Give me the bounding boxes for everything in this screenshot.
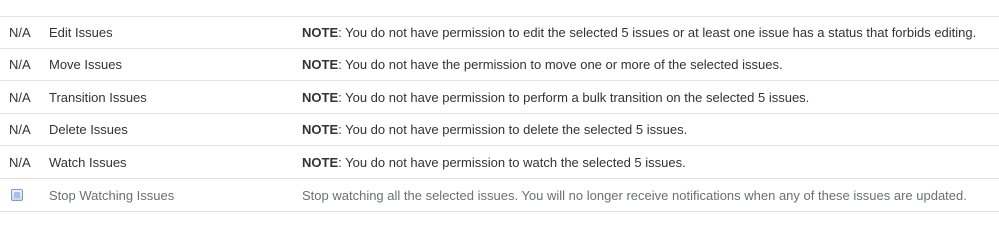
operation-note: NOTE: You do not have permission to perf…: [302, 82, 992, 114]
operation-status: N/A: [9, 122, 31, 137]
operation-name: Transition Issues: [49, 90, 147, 105]
operation-status: N/A: [9, 25, 31, 40]
note-text: : You do not have permission to delete t…: [338, 122, 688, 137]
operation-name[interactable]: Stop Watching Issues: [49, 180, 289, 212]
operation-row-transition-issues: N/A Transition Issues NOTE: You do not h…: [0, 82, 999, 114]
operation-row-watch-issues: N/A Watch Issues NOTE: You do not have p…: [0, 147, 999, 179]
note-label: NOTE: [302, 25, 339, 40]
note-label: NOTE: [302, 57, 339, 72]
radio-button-icon[interactable]: [11, 189, 23, 201]
operation-row-edit-issues: N/A Edit Issues NOTE: You do not have pe…: [0, 17, 999, 49]
note-text: : You do not have permission to watch th…: [338, 155, 686, 170]
note-label: NOTE: [302, 155, 339, 170]
operation-note: NOTE: You do not have permission to edit…: [302, 17, 992, 49]
operation-note: NOTE: You do not have permission to watc…: [302, 147, 992, 179]
operation-row-delete-issues: N/A Delete Issues NOTE: You do not have …: [0, 114, 999, 146]
operation-row-move-issues: N/A Move Issues NOTE: You do not have th…: [0, 49, 999, 81]
operation-row-stop-watching-issues[interactable]: Stop Watching Issues Stop watching all t…: [0, 180, 999, 212]
operation-status: N/A: [9, 90, 31, 105]
note-text: : You do not have permission to edit the…: [338, 25, 977, 40]
operation-status: N/A: [9, 155, 31, 170]
operation-description: Stop watching all the selected issues. Y…: [302, 188, 967, 203]
operation-name: Move Issues: [49, 57, 122, 72]
operation-name: Watch Issues: [49, 155, 127, 170]
operation-note: NOTE: You do not have the permission to …: [302, 49, 992, 81]
note-label: NOTE: [302, 90, 339, 105]
operation-status: N/A: [9, 57, 31, 72]
operation-name: Delete Issues: [49, 122, 128, 137]
note-label: NOTE: [302, 122, 339, 137]
operation-note: NOTE: You do not have permission to dele…: [302, 114, 992, 146]
operation-name: Edit Issues: [49, 25, 113, 40]
note-text: : You do not have permission to perform …: [338, 90, 810, 105]
note-text: : You do not have the permission to move…: [338, 57, 783, 72]
